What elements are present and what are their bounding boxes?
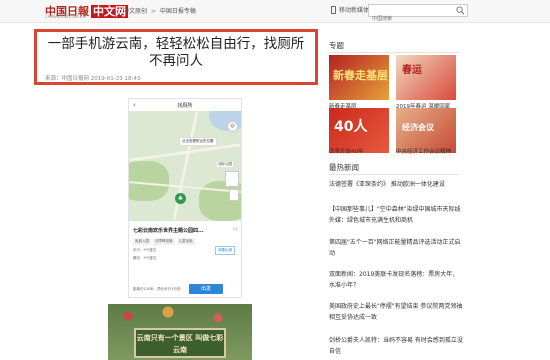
walk-distance-note: 距离约130米，预计步行3分钟 — [133, 287, 181, 291]
place-name: 七彩云南欢乐世界主题公园四... 1/2 — [129, 223, 241, 234]
topics-heading: 专题 — [329, 41, 344, 50]
mobile-media-label: 移动新媒体 — [339, 7, 370, 14]
map-zoom-control — [229, 189, 239, 201]
news-item[interactable]: 【中国那些事儿】"空中森林"染绿中国城市天际线 外媒：绿色城市充满生机和商机 — [329, 205, 463, 226]
topic-thumb-1[interactable]: 新春走基层 — [329, 55, 389, 100]
divider — [329, 174, 459, 175]
phone-title: 找厕所 — [177, 103, 193, 109]
go-button: 出发 — [189, 284, 223, 294]
seat-info-2: 蹲位：9个座位 — [133, 256, 157, 260]
news-item[interactable]: 美国政府史上最长"停摆"有望结束 参议院两党领袖相互妥协达成一致 — [329, 302, 463, 323]
article-meta: 来源：中国日报网 2019-01-23 18:43 — [45, 76, 141, 82]
mobile-media-link[interactable]: 移动新媒体 — [331, 5, 369, 14]
seat-row-1: 步行：9个座位 我要纠错 — [129, 245, 241, 255]
phone-screenshot: ‹ 找厕所 点击查看附近的位置 ◎ 洲际公园 ♣ 七彩云南欢乐世界主题公园四..… — [128, 98, 242, 298]
toilet-pin-icon: ♣ — [175, 193, 186, 204]
article-title: 一部手机游云南，轻轻松松自由行，找厕所不再问人 — [47, 36, 305, 69]
place-name-text: 七彩云南欢乐世界主题公园四... — [133, 228, 204, 234]
facility-tag: 无障碍设施 — [153, 238, 175, 245]
navigate-bar: 距离约130米，预计步行3分钟 出发 — [129, 284, 241, 296]
photo-sign: 云南只有一个景区 叫做七彩云南 — [134, 328, 226, 358]
divider — [329, 52, 459, 53]
search-icon[interactable] — [456, 6, 465, 15]
search-box — [368, 4, 468, 25]
breadcrumb: 中文原创 > 中国日报专稿 — [123, 6, 196, 15]
topic-thumb-text: 40人 — [334, 119, 368, 135]
topic-thumb-text: 新春走基层 — [333, 69, 388, 82]
phone-icon — [331, 5, 336, 14]
topic-caption-4[interactable]: 中央经济工作会议精神 — [396, 147, 451, 155]
seat-row-2: 蹲位：9个座位 — [129, 253, 241, 261]
map-place-label: 洲际公园 — [217, 162, 233, 167]
news-item[interactable]: 第四届"五个一百"网络正能量精品评选活动正式启动 — [329, 238, 463, 259]
article-headline-box: 一部手机游云南，轻轻松松自由行，找厕所不再问人 来源：中国日报网 2019-01… — [34, 29, 318, 85]
facility-tags: 免费入园 无障碍设施 儿童设施 — [129, 234, 241, 245]
article-photo: 云南只有一个景区 叫做七彩云南 — [108, 304, 252, 360]
logo-url: CHINADAILY.COM.CN — [45, 14, 86, 19]
map-view: 点击查看附近的位置 ◎ 洲际公园 ♣ — [129, 111, 241, 221]
breadcrumb-separator: > — [150, 8, 156, 15]
topic-thumb-2[interactable]: 春运 — [396, 55, 456, 100]
breadcrumb-item-original[interactable]: 中文原创 — [123, 8, 147, 15]
search-input[interactable] — [369, 13, 455, 25]
latest-news-heading: 最热新闻 — [329, 163, 359, 172]
breadcrumb-item-special[interactable]: 中国日报专稿 — [160, 8, 196, 15]
map-road — [172, 111, 199, 221]
map-tooltip: 点击查看附近的位置 — [179, 137, 217, 146]
locate-icon: ◎ — [227, 121, 238, 132]
seat-info-1: 步行：9个座位 — [133, 248, 157, 252]
facility-tag: 儿童设施 — [176, 238, 195, 245]
top-bar: 中国日報 中文网 CHINADAILY.COM.CN 中文原创 > 中国日报专稿… — [0, 0, 550, 25]
news-item[interactable]: 剑桥公爵夫人凯特：当妈不容易 有时会感到孤立没自信 — [329, 336, 463, 357]
map-layer-control — [225, 171, 239, 187]
facility-tag: 免费入园 — [133, 238, 151, 245]
place-pager: 1/2 — [232, 227, 238, 231]
news-item[interactable]: 双面新闻：2019美联卡发现名落榜：票房大年，水准小年？ — [329, 270, 463, 291]
news-item[interactable]: 法德签署《亚琛条约》 推动欧洲一体化建设 — [329, 180, 463, 191]
topic-thumb-text: 经济会议 — [402, 123, 434, 132]
topic-caption-3[interactable]: 改革开放40年 — [329, 147, 364, 155]
place-info-panel: 七彩云南欢乐世界主题公园四... 1/2 免费入园 无障碍设施 儿童设施 步行：… — [129, 223, 241, 294]
topic-thumb-text: 春运 — [402, 65, 422, 76]
